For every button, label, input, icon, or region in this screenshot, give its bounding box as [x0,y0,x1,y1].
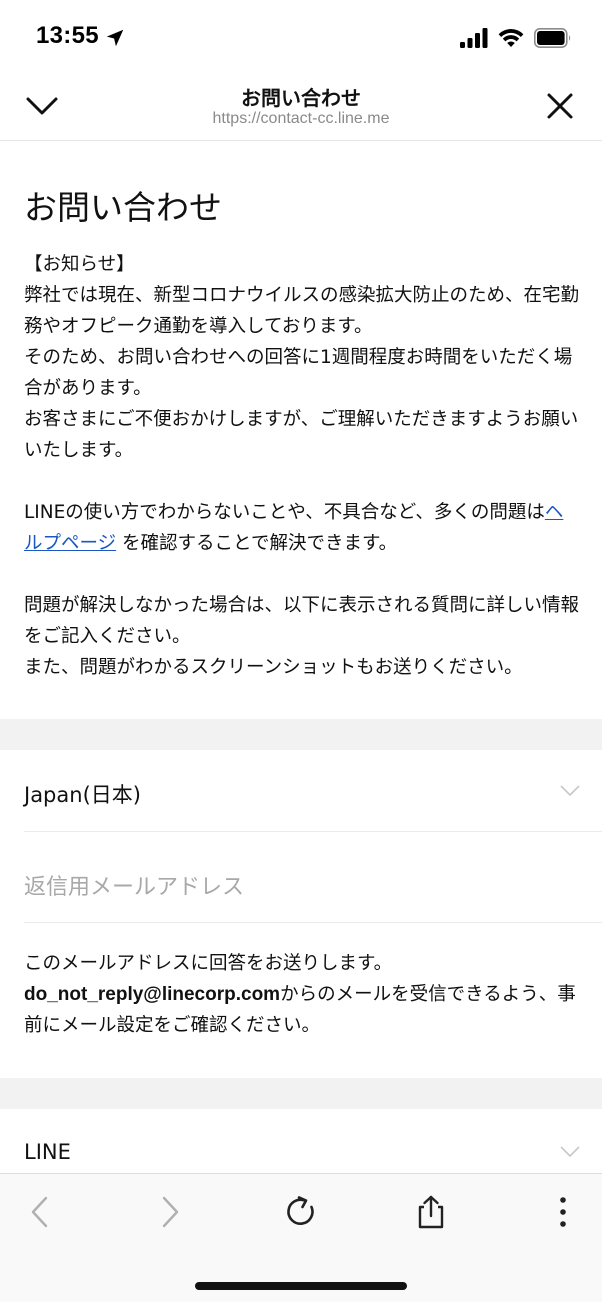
email-note-line1: このメールアドレスに回答をお送りします。 [24,953,393,974]
reload-button[interactable] [281,1192,321,1232]
status-time: 13:55 [36,22,99,49]
forward-button[interactable] [150,1192,190,1232]
wifi-icon [498,29,524,47]
field-divider [24,922,602,923]
chevron-down-icon [560,1146,580,1158]
chevron-down-icon [560,785,580,797]
browser-toolbar [0,1173,602,1302]
screen: 13:55 お問い合わせ https://contact-cc.line.me … [0,0,602,1302]
help-text-after: を確認することで解決できます。 [116,533,398,554]
page-title: お問い合わせ [24,188,222,227]
sender-address: do_not_reply@linecorp.com [24,984,281,1005]
share-button[interactable] [411,1192,451,1232]
notice-heading: 【お知らせ】 [24,254,135,275]
location-arrow-icon [106,29,124,47]
country-select-value: Japan(日本) [24,783,141,807]
email-input-placeholder: 返信用メールアドレス [24,875,245,900]
help-text-before: LINEの使い方でわからないことや、不具合など、多くの問題は [24,502,545,523]
status-icons [460,26,572,50]
header-title: お問い合わせ [241,86,361,110]
country-select[interactable]: Japan(日本) [0,751,602,833]
section-separator [0,719,602,750]
notice-section: 【お知らせ】 弊社では現在、新型コロナウイルスの感染拡大防止のため、在宅勤務やオ… [24,249,580,714]
reload-icon [287,1196,314,1225]
browser-header: お問い合わせ https://contact-cc.line.me [0,78,602,141]
email-note-line2: do_not_reply@linecorp.comからのメールを受信できるよう、… [24,979,580,1041]
battery-icon [534,28,571,48]
email-input[interactable]: 返信用メールアドレス [0,841,602,923]
share-icon [418,1195,444,1229]
more-vertical-icon [560,1197,566,1227]
header-url[interactable]: https://contact-cc.line.me [0,110,602,128]
cellular-signal-icon [460,28,488,48]
notice-body: 弊社では現在、新型コロナウイルスの感染拡大防止のため、在宅勤務やオフピーク通勤を… [24,285,580,461]
service-select[interactable]: LINE [0,1110,602,1173]
email-note: このメールアドレスに回答をお送りします。 do_not_reply@lineco… [24,948,580,1041]
instructions-text: 問題が解決しなかった場合は、以下に表示される質問に詳しい情報をご記入ください。 … [24,595,580,678]
status-bar: 13:55 [0,0,602,78]
chevron-left-icon [31,1196,48,1228]
service-select-value: LINE [24,1140,71,1164]
page-content: お問い合わせ 【お知らせ】 弊社では現在、新型コロナウイルスの感染拡大防止のため… [0,141,602,1173]
home-indicator[interactable] [195,1282,407,1290]
chevron-right-icon [162,1196,179,1228]
help-text: LINEの使い方でわからないことや、不具合など、多くの問題はヘルプページ を確認… [24,497,580,559]
section-separator [0,1078,602,1109]
back-button[interactable] [20,1192,60,1232]
more-button[interactable] [543,1192,583,1232]
field-divider [24,831,602,832]
close-icon[interactable] [546,92,574,120]
